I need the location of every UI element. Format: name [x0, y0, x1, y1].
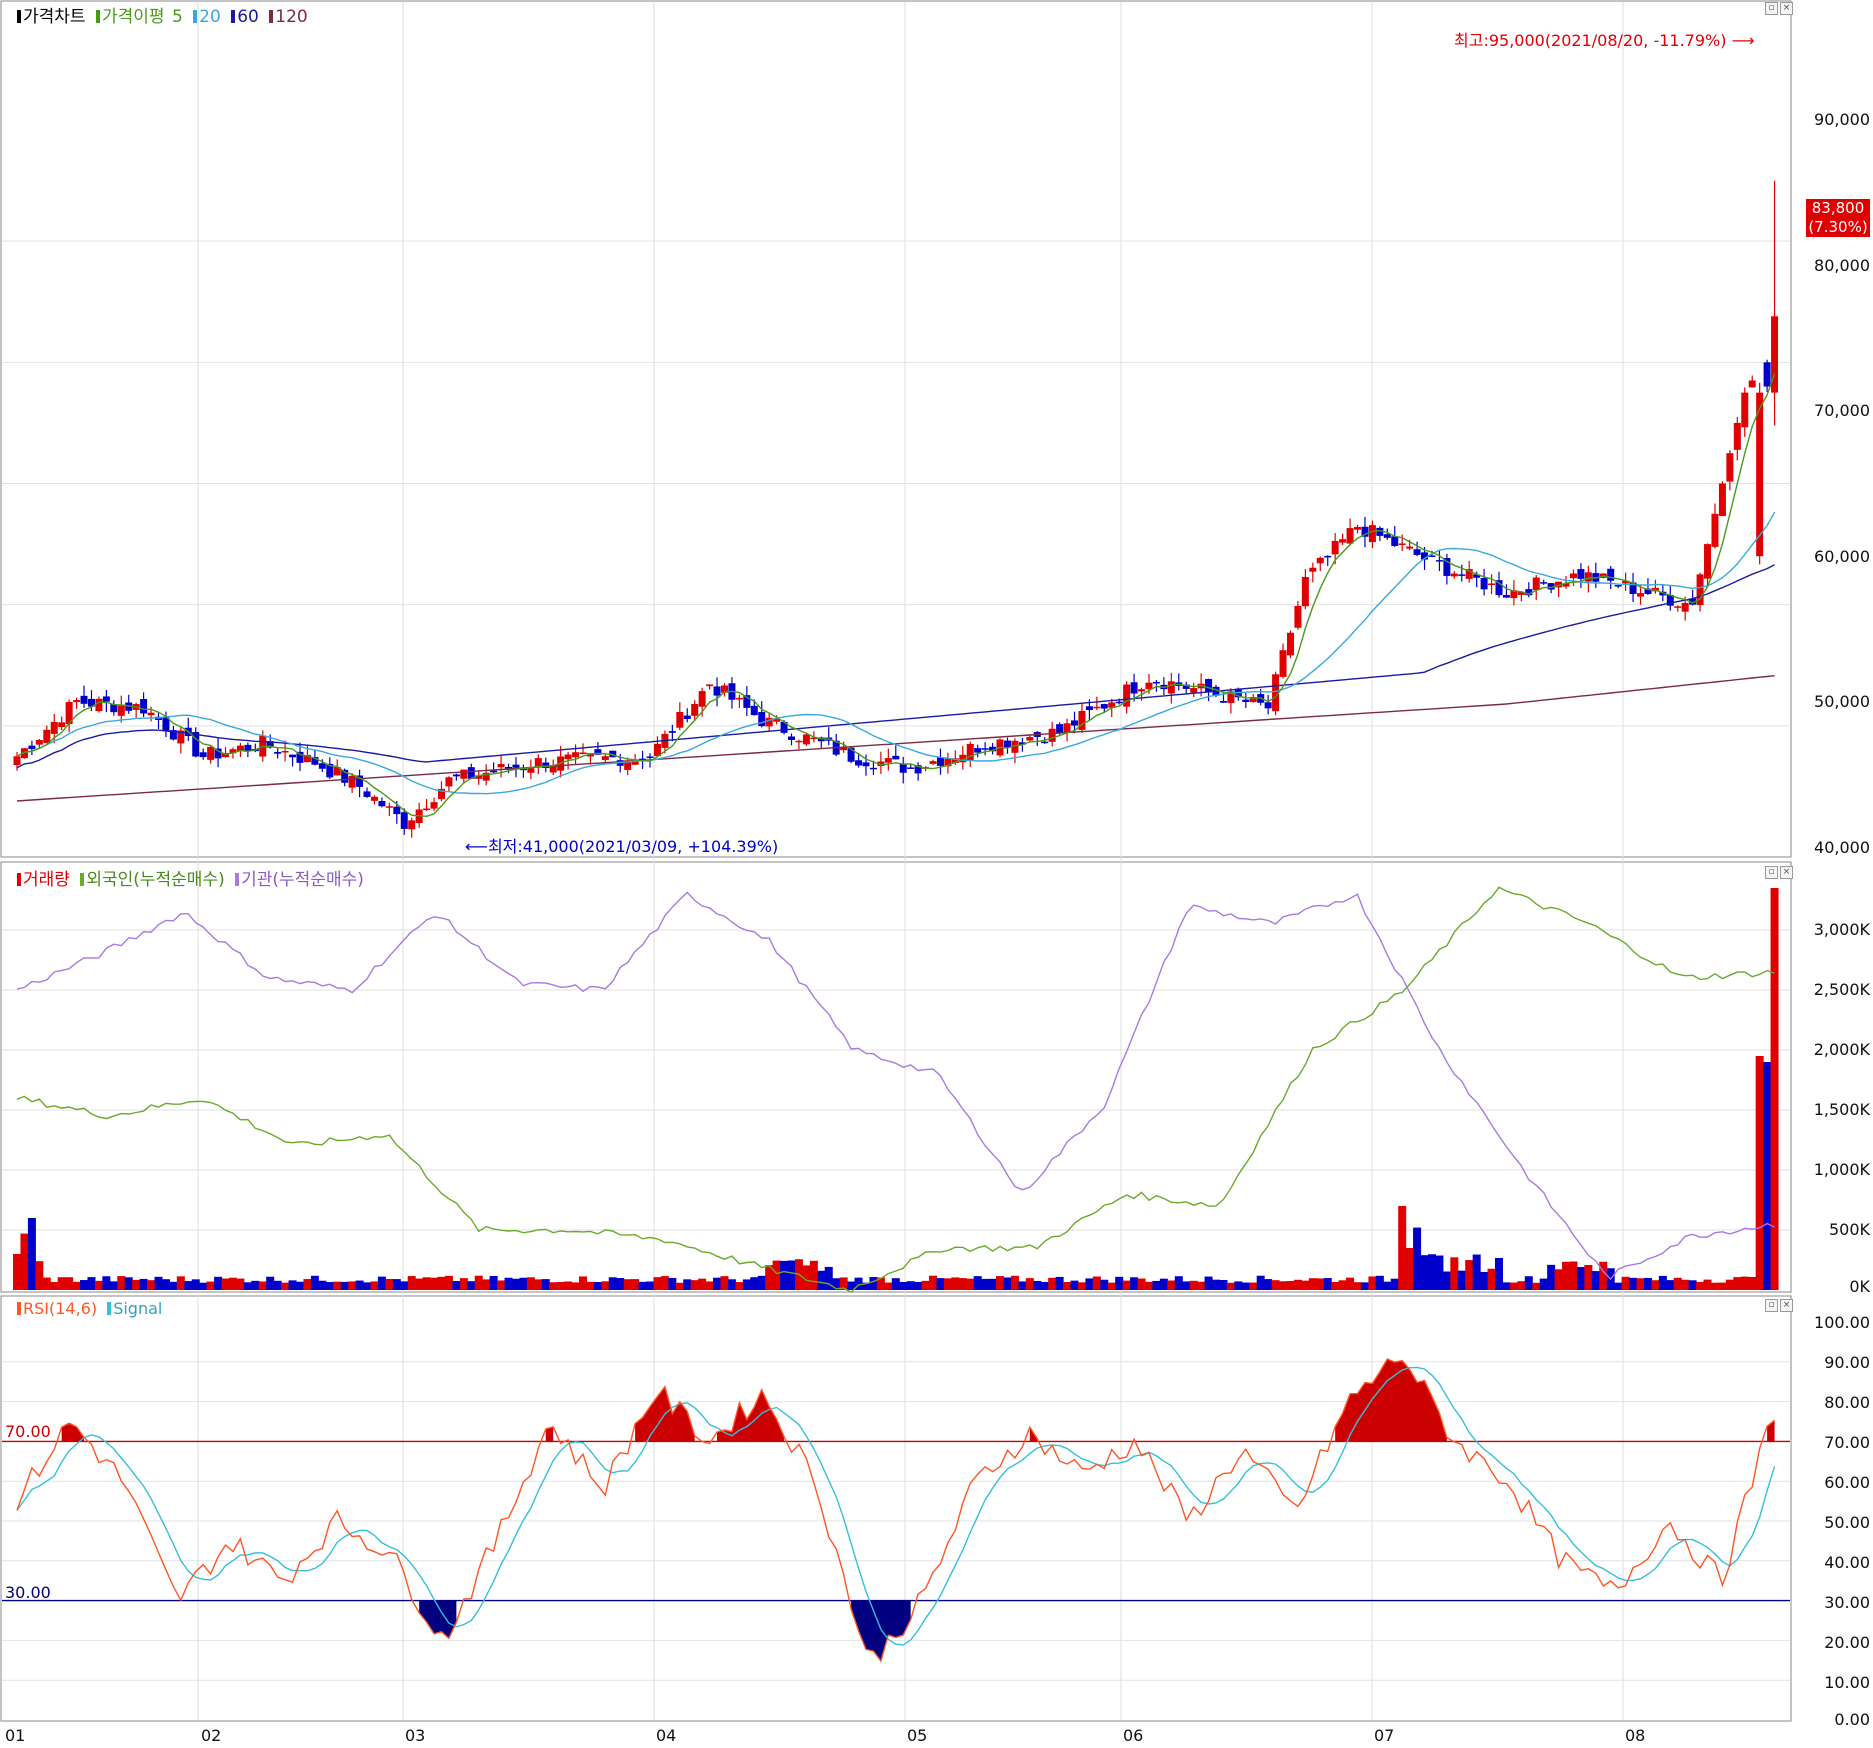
x-tick: 04: [656, 1726, 677, 1745]
price-panel-minimize-button[interactable]: ▫: [1765, 2, 1778, 15]
volume-tick: 1,500K: [1813, 1100, 1870, 1119]
rsi-tick: 60.00: [1824, 1473, 1870, 1492]
low-arrow-icon: ⟵: [465, 837, 488, 856]
x-tick: 03: [405, 1726, 426, 1745]
price-tick: 50,000: [1814, 692, 1870, 711]
high-price-text: 최고:95,000(2021/08/20, -11.79%): [1454, 31, 1727, 50]
price-tick: 70,000: [1814, 401, 1870, 420]
ma20-legend: 20: [199, 7, 221, 27]
volume-tick: 2,000K: [1813, 1040, 1870, 1059]
ma-legend-title: 가격이평: [101, 7, 165, 27]
rsi-panel-minimize-button[interactable]: ▫: [1765, 1299, 1778, 1312]
volume-tick: 2,500K: [1813, 980, 1870, 999]
price-panel-close-button[interactable]: ×: [1780, 2, 1793, 15]
current-change: (7.30%): [1808, 218, 1868, 236]
volume-panel-minimize-button[interactable]: ▫: [1765, 866, 1778, 879]
rsi-tick: 70.00: [1824, 1433, 1870, 1452]
volume-tick: 3,000K: [1813, 920, 1870, 939]
x-tick: 08: [1625, 1726, 1646, 1745]
volume-legend-label: 거래량: [23, 870, 70, 890]
x-tick: 02: [201, 1726, 222, 1745]
ma5-legend: 5: [171, 7, 183, 27]
x-tick: 06: [1123, 1726, 1144, 1745]
price-tick: 80,000: [1814, 256, 1870, 275]
rsi-tick: 100.00: [1814, 1313, 1870, 1332]
rsi-legend-label: RSI(14,6): [23, 1299, 98, 1318]
rsi-tick: 30.00: [1824, 1593, 1870, 1612]
rsi-tick: 80.00: [1824, 1393, 1870, 1412]
volume-panel-close-button[interactable]: ×: [1780, 866, 1793, 879]
low-price-text: 최저:41,000(2021/03/09, +104.39%): [487, 837, 779, 856]
signal-legend-label: Signal: [113, 1299, 163, 1318]
rsi-tick: 40.00: [1824, 1553, 1870, 1572]
rsi-tick: 20.00: [1824, 1633, 1870, 1652]
ma120-legend: 120: [275, 7, 308, 27]
x-tick: 01: [5, 1726, 26, 1745]
price-tick: 60,000: [1814, 547, 1870, 566]
rsi-tick: 10.00: [1824, 1673, 1870, 1692]
current-price-badge: 83,800 (7.30%): [1806, 199, 1870, 237]
volume-legend: 거래량 외국인(누적순매수) 기관(누적순매수): [14, 865, 366, 890]
institution-legend-label: 기관(누적순매수): [241, 870, 364, 890]
price-tick: 90,000: [1814, 110, 1870, 129]
x-tick: 07: [1374, 1726, 1395, 1745]
rsi-panel-close-button[interactable]: ×: [1780, 1299, 1793, 1312]
volume-tick: 1,000K: [1813, 1160, 1870, 1179]
foreign-legend-label: 외국인(누적순매수): [86, 870, 225, 890]
volume-tick: 500K: [1828, 1220, 1870, 1239]
high-arrow-icon: ⟶: [1726, 31, 1755, 50]
rsi-legend: RSI(14,6) Signal: [14, 1299, 164, 1318]
rsi-tick: 90.00: [1824, 1353, 1870, 1372]
volume-tick: 0K: [1849, 1277, 1870, 1296]
price-legend: 가격차트 가격이평 5 20 60 120: [14, 2, 310, 27]
rsi-overbought-area: [1335, 1359, 1447, 1442]
price-tick: 40,000: [1814, 838, 1870, 857]
current-price: 83,800: [1811, 199, 1865, 217]
x-tick: 05: [907, 1726, 928, 1745]
rsi-upper-band-label: 70.00: [5, 1422, 51, 1441]
rsi-lower-band-label: 30.00: [5, 1583, 51, 1602]
rsi-tick: 0.00: [1834, 1710, 1870, 1729]
ma60-legend: 60: [237, 7, 259, 27]
rsi-tick: 50.00: [1824, 1513, 1870, 1532]
low-price-note: ⟵최저:41,000(2021/03/09, +104.39%): [465, 833, 778, 857]
rsi-oversold-area: [851, 1600, 911, 1662]
high-price-note: 최고:95,000(2021/08/20, -11.79%) ⟶: [1454, 27, 1755, 51]
price-legend-title: 가격차트: [23, 7, 86, 27]
